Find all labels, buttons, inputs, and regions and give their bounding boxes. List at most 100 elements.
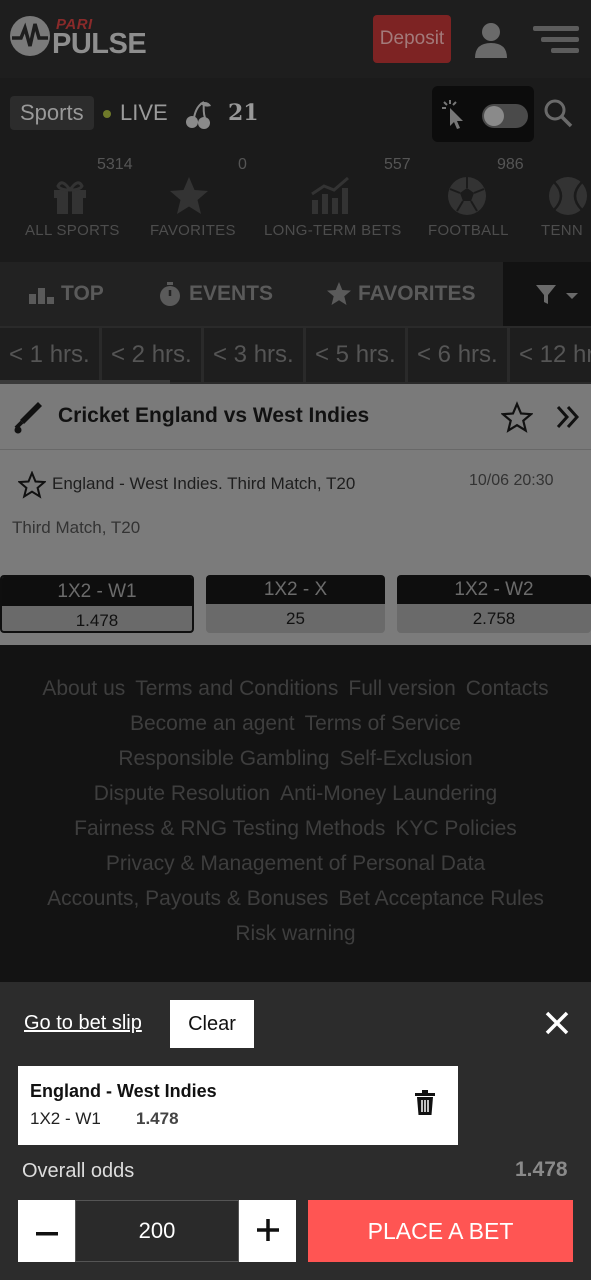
sub-navigation: Sports LIVE 21 xyxy=(0,78,591,152)
cherry-icon[interactable] xyxy=(184,100,212,130)
bet-item-card: England - West Indies 1X2 - W1 1.478 xyxy=(18,1066,458,1145)
stopwatch-icon xyxy=(160,282,180,306)
category-label: FOOTBALL xyxy=(428,222,509,239)
footer-link-full-version[interactable]: Full version xyxy=(348,677,455,700)
time-filter-1h[interactable]: < 1 hrs. xyxy=(0,328,99,382)
gift-icon xyxy=(54,181,86,214)
odd-label: 1X2 - W1 xyxy=(2,577,192,606)
odd-button-x[interactable]: 1X2 - X 25 xyxy=(206,575,385,633)
footer-link-responsible[interactable]: Responsible Gambling xyxy=(118,747,329,770)
footer-line: Dispute Resolution Anti-Money Laundering xyxy=(0,782,591,817)
cursor-click-icon xyxy=(442,100,463,129)
tab-label: EVENTS xyxy=(189,282,274,305)
time-filter-5h[interactable]: < 5 hrs. xyxy=(306,328,405,382)
one-click-bet-toggle[interactable] xyxy=(432,86,534,142)
footer-link-about[interactable]: About us xyxy=(42,677,125,700)
footer-line: Privacy & Management of Personal Data xyxy=(0,852,591,887)
category-football[interactable]: 986 FOOTBALL xyxy=(420,152,524,262)
tab-label: TOP xyxy=(61,282,104,305)
tab-events[interactable]: EVENTS xyxy=(157,262,273,326)
category-long-term-bets[interactable]: 557 LONG-TERM BETS xyxy=(250,152,411,262)
search-icon[interactable] xyxy=(543,98,573,128)
footer-link-privacy[interactable]: Privacy & Management of Personal Data xyxy=(106,852,485,875)
double-chevron-right-icon[interactable] xyxy=(555,403,581,431)
footer-link-contacts[interactable]: Contacts xyxy=(466,677,549,700)
match-datetime: 10/06 20:30 xyxy=(469,472,554,489)
footer-link-kyc[interactable]: KYC Policies xyxy=(395,817,516,840)
footer-link-payouts[interactable]: Accounts, Payouts & Bonuses xyxy=(47,887,328,910)
footer-link-bet-rules[interactable]: Bet Acceptance Rules xyxy=(338,887,543,910)
toggle-switch[interactable] xyxy=(482,104,528,128)
sport-section-header[interactable]: Cricket England vs West Indies xyxy=(0,384,591,450)
twentyone-game-link[interactable]: 21 xyxy=(228,100,259,126)
trash-icon[interactable] xyxy=(414,1090,436,1116)
pari-pulse-logo[interactable]: PARI PULSE xyxy=(10,14,170,62)
footer-link-fairness[interactable]: Fairness & RNG Testing Methods xyxy=(74,817,385,840)
sports-tab[interactable]: Sports xyxy=(10,96,94,130)
live-dot-icon xyxy=(103,110,111,118)
filter-button[interactable] xyxy=(503,262,591,326)
tab-favorites[interactable]: FAVORITES xyxy=(326,262,475,326)
stake-input[interactable] xyxy=(75,1200,239,1262)
category-favorites[interactable]: 0 FAVORITES xyxy=(140,152,247,262)
increase-stake-button[interactable] xyxy=(239,1200,296,1262)
bet-item-title: England - West Indies xyxy=(30,1081,217,1101)
bet-item-odds: 1.478 xyxy=(136,1109,179,1128)
category-count: 986 xyxy=(497,156,524,173)
footer-link-terms-service[interactable]: Terms of Service xyxy=(305,712,461,735)
footer-line: Become an agent Terms of Service xyxy=(0,712,591,747)
tab-label: FAVORITES xyxy=(358,282,476,305)
toggle-knob xyxy=(484,106,504,126)
category-label: TENN xyxy=(541,222,584,239)
minus-icon xyxy=(35,1231,58,1235)
match-name[interactable]: England - West Indies. Third Match, T20 xyxy=(52,474,355,494)
footer-link-agent[interactable]: Become an agent xyxy=(130,712,295,735)
deposit-button[interactable]: Deposit xyxy=(373,15,451,63)
time-filter-2h[interactable]: < 2 hrs. xyxy=(102,328,201,382)
odd-button-w2[interactable]: 1X2 - W2 2.758 xyxy=(397,575,591,633)
favorite-star-icon[interactable] xyxy=(18,471,46,499)
overall-odds-label: Overall odds xyxy=(22,1160,135,1182)
category-count: 0 xyxy=(238,156,247,173)
overall-odds-value: 1.478 xyxy=(515,1158,568,1181)
sport-categories: 5314 ALL SPORTS 0 FAVORITES 557 LONG-TER… xyxy=(0,152,591,262)
time-filter-12h[interactable]: < 12 hrs. xyxy=(510,328,591,382)
menu-icon[interactable] xyxy=(533,26,579,54)
tennis-icon xyxy=(549,177,587,215)
section-title: Cricket England vs West Indies xyxy=(58,404,370,427)
odd-button-w1[interactable]: 1X2 - W1 1.478 xyxy=(0,575,194,633)
category-tennis[interactable]: TENN xyxy=(530,152,591,262)
footer-line: Responsible Gambling Self-Exclusion xyxy=(0,747,591,782)
footer-link-aml[interactable]: Anti-Money Laundering xyxy=(280,782,497,805)
odd-label: 1X2 - X xyxy=(206,575,385,604)
live-tab[interactable]: LIVE xyxy=(120,100,168,126)
footer-link-risk[interactable]: Risk warning xyxy=(235,922,355,945)
footer-line: Accounts, Payouts & Bonuses Bet Acceptanc… xyxy=(0,887,591,922)
bet-slip-panel: Go to bet slip Clear England - West Indi… xyxy=(0,982,591,1280)
category-all-sports[interactable]: 5314 ALL SPORTS xyxy=(0,152,140,262)
footer-link-dispute[interactable]: Dispute Resolution xyxy=(94,782,270,805)
time-filter-3h[interactable]: < 3 hrs. xyxy=(204,328,303,382)
close-icon[interactable] xyxy=(543,1009,571,1037)
cricket-bat-icon xyxy=(14,402,42,434)
star-icon xyxy=(327,282,351,305)
clear-button[interactable]: Clear xyxy=(170,1000,254,1048)
go-to-bet-slip-link[interactable]: Go to bet slip xyxy=(24,1012,142,1035)
odd-label: 1X2 - W2 xyxy=(397,575,591,604)
category-count: 5314 xyxy=(97,156,133,173)
category-count: 557 xyxy=(384,156,411,173)
odd-value: 25 xyxy=(286,609,305,628)
user-icon[interactable] xyxy=(474,22,508,58)
time-filter-bar: < 1 hrs. < 2 hrs. < 3 hrs. < 5 hrs. < 6 … xyxy=(0,326,591,384)
tab-top[interactable]: TOP xyxy=(29,262,104,326)
stake-stepper xyxy=(18,1200,296,1262)
footer-link-self-exclusion[interactable]: Self-Exclusion xyxy=(340,747,473,770)
footer-link-terms-conditions[interactable]: Terms and Conditions xyxy=(135,677,338,700)
time-filter-6h[interactable]: < 6 hrs. xyxy=(408,328,507,382)
footer-line: About us Terms and Conditions Full version… xyxy=(0,677,591,712)
football-icon xyxy=(448,177,486,215)
decrease-stake-button[interactable] xyxy=(18,1200,75,1262)
place-bet-button[interactable]: PLACE A BET xyxy=(308,1200,573,1262)
filter-icon xyxy=(536,285,578,304)
favorite-star-icon[interactable] xyxy=(501,401,533,433)
